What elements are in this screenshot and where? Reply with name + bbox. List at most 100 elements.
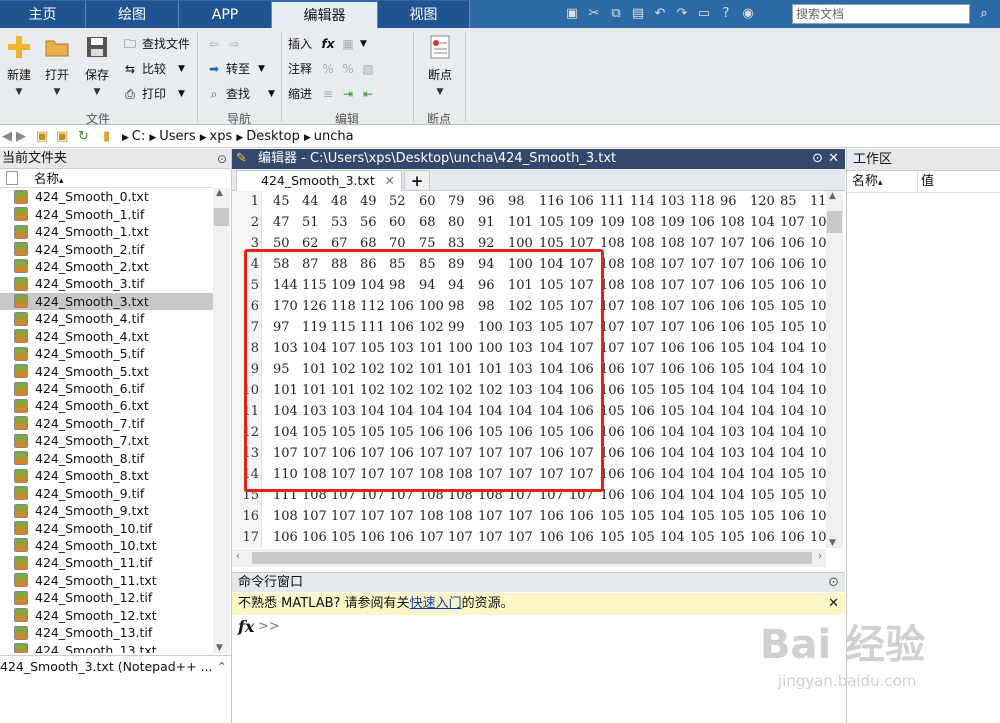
breadcrumb-users[interactable]: Users (159, 129, 195, 144)
file-list-item[interactable]: 424_Smooth_10.txt (0, 537, 213, 554)
goto-button[interactable]: ➡ 转至 ▼ (206, 59, 265, 79)
text-file-icon (14, 538, 28, 553)
fx-icon[interactable]: fx (238, 617, 254, 636)
file-list-item[interactable]: 424_Smooth_12.tif (0, 589, 213, 606)
forward-icon[interactable]: ▶ (16, 126, 26, 148)
editor-vscrollbar[interactable]: ▲ ▼ (826, 191, 843, 548)
scroll-thumb[interactable] (214, 208, 229, 226)
scroll-up-icon[interactable]: ▲ (829, 191, 836, 201)
print-button[interactable]: ⎙ 打印 ▼ (122, 84, 185, 104)
tab-apps[interactable]: APP (179, 1, 272, 28)
switch-windows-icon[interactable]: ▭ (694, 4, 714, 24)
help-icon[interactable]: ? (716, 4, 736, 24)
file-list-item[interactable]: 424_Smooth_11.tif (0, 554, 213, 571)
undo-icon[interactable]: ↶ (650, 4, 670, 24)
up-folder-icon[interactable]: ▣ (36, 126, 48, 148)
file-list-item[interactable]: 424_Smooth_4.tif (0, 310, 213, 327)
editor-hscrollbar[interactable]: ‹ › (232, 549, 826, 567)
file-name: 424_Smooth_3.tif (35, 276, 145, 292)
file-list-item[interactable]: 424_Smooth_2.txt (0, 258, 213, 275)
breadcrumb-uncha[interactable]: uncha (314, 129, 354, 144)
tab-home[interactable]: 主页 (0, 1, 86, 28)
file-list-item[interactable]: 424_Smooth_10.tif (0, 519, 213, 536)
breakpoints-button[interactable]: 断点 ▼ (420, 32, 460, 97)
save-icon[interactable]: ▣ (562, 4, 582, 24)
getting-started-link[interactable]: 快速入门 (410, 596, 462, 611)
tab-plots[interactable]: 绘图 (86, 1, 179, 28)
file-list-item[interactable]: 424_Smooth_12.txt (0, 607, 213, 624)
comment-button[interactable]: 注释%% ▧ (288, 59, 376, 79)
panel-menu-icon[interactable]: ⊙ (217, 149, 227, 169)
file-list-item[interactable]: 424_Smooth_3.txt (0, 292, 213, 311)
file-list-scrollbar[interactable]: ▲ ▼ (213, 188, 230, 653)
file-list-item[interactable]: 424_Smooth_8.txt (0, 467, 213, 484)
back-forward-buttons[interactable]: ⇦ ⇨ (206, 34, 242, 54)
find-files-button[interactable]: 🗀 查找文件 (122, 34, 190, 54)
close-editor-icon[interactable]: ✕ (828, 149, 839, 169)
scroll-right-icon[interactable]: › (818, 551, 822, 562)
file-list-item[interactable]: 424_Smooth_5.txt (0, 362, 213, 379)
file-list-item[interactable]: 424_Smooth_4.txt (0, 328, 213, 345)
file-list-item[interactable]: 424_Smooth_6.tif (0, 380, 213, 397)
breadcrumb-desktop[interactable]: Desktop (246, 129, 300, 144)
code-value: 106 (630, 404, 655, 419)
search-icon[interactable]: ⌕ (972, 4, 996, 24)
community-icon[interactable]: ◉ (738, 4, 758, 24)
code-value: 47 (273, 215, 290, 230)
scroll-thumb[interactable] (827, 211, 842, 233)
browse-folder-icon[interactable]: ▣ (56, 126, 68, 148)
file-list-item[interactable]: 424_Smooth_3.tif (0, 275, 213, 292)
file-list-item[interactable]: 424_Smooth_7.txt (0, 432, 213, 449)
refresh-icon[interactable]: ↻ (78, 126, 89, 148)
details-toggle-icon[interactable]: ⌃ (217, 656, 227, 677)
indent-button[interactable]: 缩进 ≡ ⇥ ⇤ (288, 84, 376, 104)
file-list-item[interactable]: 424_Smooth_2.tif (0, 240, 213, 257)
tab-editor[interactable]: 编辑器 (272, 2, 378, 29)
save-button[interactable]: 保存 ▼ (78, 32, 116, 97)
file-list-item[interactable]: 424_Smooth_9.tif (0, 484, 213, 501)
breadcrumb-c[interactable]: C: (132, 129, 145, 144)
paste-icon[interactable]: ▤ (628, 4, 648, 24)
close-info-icon[interactable]: ✕ (828, 593, 839, 614)
open-button[interactable]: 打开 ▼ (38, 32, 76, 97)
scroll-down-icon[interactable]: ▼ (829, 538, 836, 548)
file-tab[interactable]: 424_Smooth_3.txt ✕ (236, 170, 402, 192)
search-docs-input[interactable]: 搜索文档 (792, 4, 970, 24)
command-input-area[interactable]: fx >> (232, 615, 845, 723)
editor-menu-icon[interactable]: ⊙ (812, 149, 823, 169)
file-list-item[interactable]: 424_Smooth_0.txt (0, 188, 213, 205)
scroll-left-icon[interactable]: ‹ (236, 551, 240, 562)
insert-button[interactable]: 插入 fx ▦ ▼ (288, 34, 367, 54)
divider (917, 171, 918, 193)
new-tab-button[interactable]: + (404, 170, 430, 191)
cut-icon[interactable]: ✂ (584, 4, 604, 24)
file-list-item[interactable]: 424_Smooth_8.tif (0, 450, 213, 467)
compare-button[interactable]: ⇆ 比较 ▼ (122, 59, 185, 79)
panel-menu-icon[interactable]: ⊙ (828, 573, 839, 593)
file-list-item[interactable]: 424_Smooth_6.txt (0, 397, 213, 414)
file-list-item[interactable]: 424_Smooth_7.tif (0, 415, 213, 432)
file-list-item[interactable]: 424_Smooth_11.txt (0, 572, 213, 589)
close-tab-icon[interactable]: ✕ (385, 171, 395, 191)
copy-icon[interactable]: ⧉ (606, 4, 626, 24)
new-button[interactable]: 新建 ▼ (0, 32, 38, 97)
redo-icon[interactable]: ↷ (672, 4, 692, 24)
image-file-icon (14, 346, 28, 361)
hscroll-thumb[interactable] (252, 552, 812, 564)
ws-value-column[interactable]: 值 (921, 171, 934, 193)
scroll-up-icon[interactable]: ▲ (216, 188, 223, 198)
breadcrumb-xps[interactable]: xps (210, 129, 233, 144)
file-list-item[interactable]: 424_Smooth_1.tif (0, 205, 213, 222)
ws-name-column[interactable]: 名称▴ (852, 171, 883, 194)
scroll-down-icon[interactable]: ▼ (216, 643, 223, 653)
file-list-item[interactable]: 424_Smooth_5.tif (0, 345, 213, 362)
file-list-item[interactable]: 424_Smooth_13.tif (0, 624, 213, 641)
forward-icon: ⇨ (228, 37, 240, 51)
file-list-item[interactable]: 424_Smooth_13.txt (0, 641, 213, 653)
file-list-item[interactable]: 424_Smooth_1.txt (0, 223, 213, 240)
file-list-item[interactable]: 424_Smooth_9.txt (0, 502, 213, 519)
back-icon[interactable]: ◀ (2, 126, 12, 148)
code-value: 68 (419, 215, 436, 230)
tab-view[interactable]: 视图 (378, 1, 470, 28)
find-button[interactable]: ⌕ 查找 ▼ (206, 84, 275, 104)
